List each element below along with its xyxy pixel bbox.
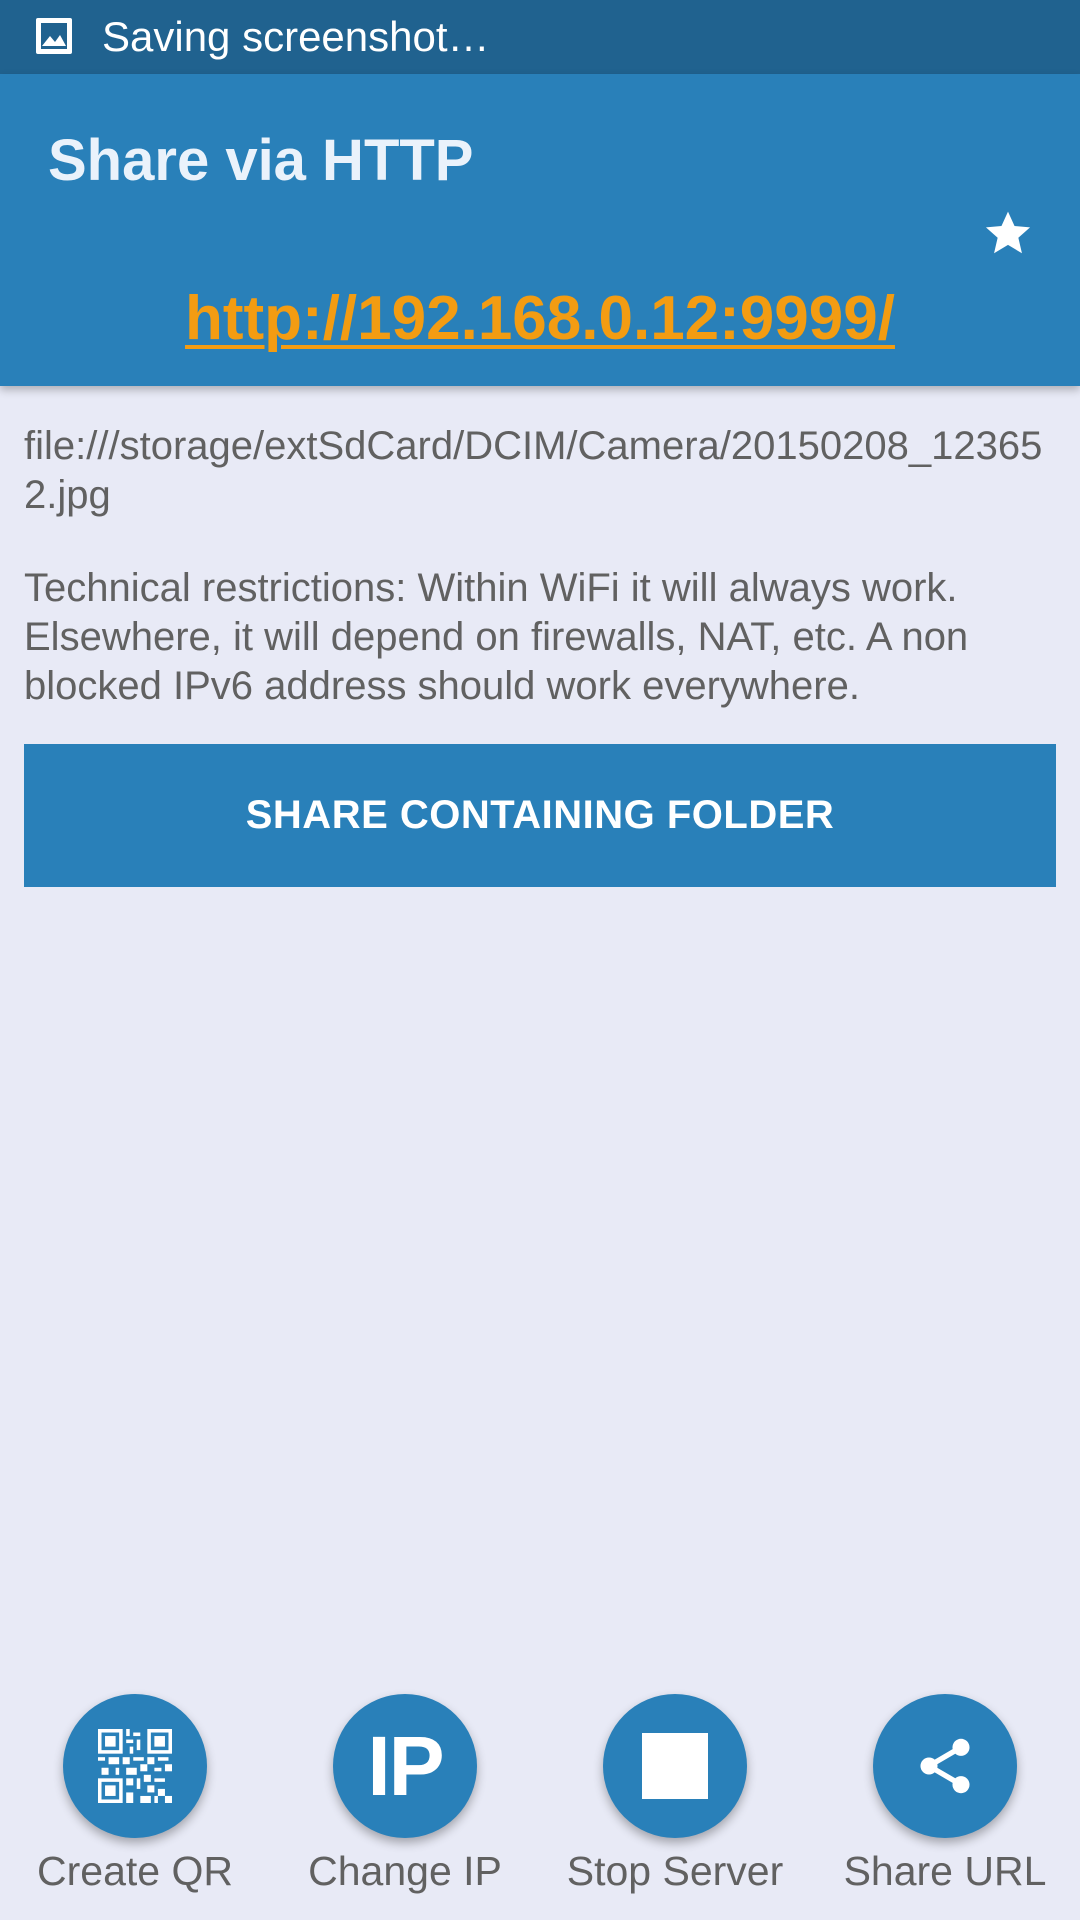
- create-qr-action[interactable]: Create QR: [0, 1690, 270, 1920]
- restrictions-text: Technical restrictions: Within WiFi it w…: [24, 566, 969, 708]
- stop-icon: [642, 1733, 708, 1799]
- ip-icon: IP: [367, 1719, 444, 1813]
- share-containing-folder-button[interactable]: SHARE CONTAINING FOLDER: [24, 744, 1056, 887]
- page-title: Share via HTTP: [48, 128, 474, 193]
- change-ip-action[interactable]: IP Change IP: [270, 1690, 540, 1920]
- create-qr-button[interactable]: [63, 1694, 207, 1838]
- server-url-link[interactable]: http://192.168.0.12:9999/: [0, 281, 1080, 357]
- image-icon: [36, 18, 72, 54]
- share-url-action[interactable]: Share URL: [810, 1690, 1080, 1920]
- stop-server-button[interactable]: [603, 1694, 747, 1838]
- change-ip-label: Change IP: [308, 1848, 502, 1894]
- status-bar: Saving screenshot…: [0, 0, 1080, 74]
- app-bar: Share via HTTP http://192.168.0.12:9999/: [0, 74, 1080, 386]
- file-path-text: file:///storage/extSdCard/DCIM/Camera/20…: [24, 424, 1043, 517]
- qr-code-icon: [98, 1729, 172, 1803]
- action-bar: Create QR IP Change IP Stop Server Share…: [0, 1690, 1080, 1920]
- stop-server-label: Stop Server: [566, 1848, 784, 1894]
- share-url-label: Share URL: [843, 1848, 1047, 1894]
- change-ip-button[interactable]: IP: [333, 1694, 477, 1838]
- star-icon[interactable]: [981, 206, 1035, 260]
- share-url-button[interactable]: [873, 1694, 1017, 1838]
- status-notification-text: Saving screenshot…: [102, 13, 490, 60]
- share-icon: [920, 1738, 970, 1794]
- create-qr-label: Create QR: [37, 1848, 233, 1894]
- stop-server-action[interactable]: Stop Server: [540, 1690, 810, 1920]
